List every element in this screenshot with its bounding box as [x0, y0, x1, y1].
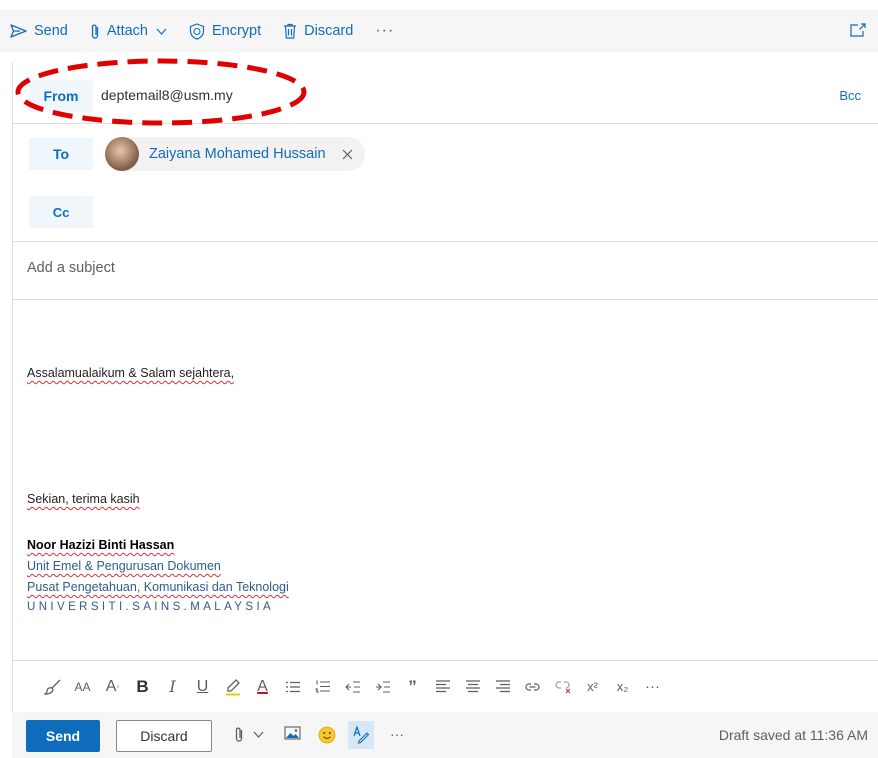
format-painter-button[interactable] [38, 672, 67, 702]
message-body[interactable]: Assalamualaikum & Salam sejahtera, Sekia… [27, 300, 867, 660]
decrease-indent-button[interactable] [338, 672, 367, 702]
numbering-button[interactable] [308, 672, 337, 702]
align-left-button[interactable] [428, 672, 457, 702]
grow-font-button[interactable]: A ◦ [98, 672, 127, 702]
cc-button[interactable]: Cc [29, 196, 93, 228]
trash-icon [284, 23, 297, 39]
draft-status: Draft saved at 11:36 AM [718, 727, 868, 743]
to-button[interactable]: To [29, 138, 93, 170]
font-size-button[interactable]: AA [68, 672, 97, 702]
italic-button[interactable]: I [158, 672, 187, 702]
bullets-button[interactable] [278, 672, 307, 702]
signature-department: Pusat Pengetahuan, Komunikasi dan Teknol… [27, 580, 289, 594]
align-right-button[interactable] [488, 672, 517, 702]
attach-file-button[interactable] [234, 726, 264, 743]
shield-icon [189, 22, 205, 40]
toolbar-encrypt-button[interactable]: Encrypt [189, 22, 262, 40]
outdent-icon [344, 680, 360, 693]
brush-icon [43, 679, 60, 695]
compose-panel: From deptemail8@usm.my Bcc To Zaiyana Mo… [12, 62, 878, 758]
subject-row [13, 242, 878, 300]
emoji-button[interactable] [318, 726, 336, 744]
body-greeting: Assalamualaikum & Salam sejahtera, [27, 366, 235, 380]
toolbar-discard-button[interactable]: Discard [283, 23, 353, 39]
image-icon [284, 726, 301, 740]
from-button[interactable]: From [29, 80, 93, 112]
signature-university: UNIVERSITI.SAINS.MALAYSIA [27, 601, 275, 613]
editor-button[interactable] [348, 721, 374, 749]
bcc-button[interactable]: Bcc [839, 88, 861, 103]
remove-link-button[interactable] [548, 672, 577, 702]
highlight-button[interactable] [218, 672, 247, 702]
bold-button[interactable]: B [128, 672, 157, 702]
underline-button[interactable]: U [188, 672, 217, 702]
paperclip-icon [91, 24, 99, 39]
footer-more-button[interactable]: ··· [390, 726, 404, 742]
align-right-icon [495, 680, 510, 693]
paperclip-icon [235, 727, 243, 742]
cc-row: Cc [13, 184, 878, 242]
toolbar-attach-button[interactable]: Attach [90, 23, 167, 40]
signature-unit: Unit Emel & Pengurusan Dokumen [27, 559, 221, 573]
emoji-icon [318, 726, 336, 744]
spellcheck-icon [353, 726, 369, 744]
send-icon [10, 24, 27, 38]
recipient-name: Zaiyana Mohamed Hussain [149, 146, 326, 162]
quote-icon: ” [408, 676, 417, 696]
body-closing: Sekian, terima kasih [27, 492, 140, 506]
to-row: To Zaiyana Mohamed Hussain [13, 124, 878, 184]
top-toolbar: Send Attach Encrypt Discard ··· [0, 10, 878, 52]
bottom-action-bar: Send Discard ··· Draft saved at 11:36 AM [12, 712, 878, 758]
subject-input[interactable] [27, 260, 847, 276]
discard-button[interactable]: Discard [116, 720, 212, 752]
avatar [105, 137, 139, 171]
indent-icon [375, 680, 390, 693]
format-toolbar: AA A ◦ B I U A ” x² x₂ ··· [12, 660, 878, 712]
recipient-chip[interactable]: Zaiyana Mohamed Hussain [105, 137, 365, 171]
from-address: deptemail8@usm.my [101, 87, 233, 103]
highlighter-icon [225, 678, 240, 695]
superscript-button[interactable]: x² [578, 672, 607, 702]
toolbar-more-button[interactable]: ··· [375, 22, 394, 40]
more-icon: ··· [375, 22, 395, 39]
toolbar-send-button[interactable]: Send [10, 23, 68, 39]
align-left-icon [435, 680, 450, 693]
toolbar-encrypt-label: Encrypt [211, 23, 262, 39]
close-icon[interactable] [342, 149, 353, 160]
toolbar-attach-label: Attach [106, 23, 148, 39]
numbered-list-icon [314, 680, 330, 693]
toolbar-send-label: Send [34, 23, 68, 39]
from-row: From deptemail8@usm.my Bcc [13, 62, 878, 124]
increase-indent-button[interactable] [368, 672, 397, 702]
insert-picture-button[interactable] [284, 726, 301, 740]
align-center-button[interactable] [458, 672, 487, 702]
send-button[interactable]: Send [26, 720, 100, 752]
popout-icon [850, 23, 866, 37]
quote-button[interactable]: ” [398, 672, 427, 702]
toolbar-discard-label: Discard [304, 23, 354, 39]
subscript-button[interactable]: x₂ [608, 672, 637, 702]
format-more-button[interactable]: ··· [638, 672, 667, 702]
link-icon [525, 682, 540, 691]
align-center-icon [465, 680, 480, 693]
chevron-down-icon[interactable] [156, 28, 167, 35]
popout-button[interactable] [850, 23, 866, 41]
chevron-down-icon[interactable] [253, 731, 264, 738]
font-color-button[interactable]: A [248, 672, 277, 702]
bullet-list-icon [285, 681, 300, 692]
unlink-icon [554, 680, 570, 693]
signature-name: Noor Hazizi Binti Hassan [27, 538, 175, 552]
insert-link-button[interactable] [518, 672, 547, 702]
grow-font-icon: A [105, 677, 117, 695]
